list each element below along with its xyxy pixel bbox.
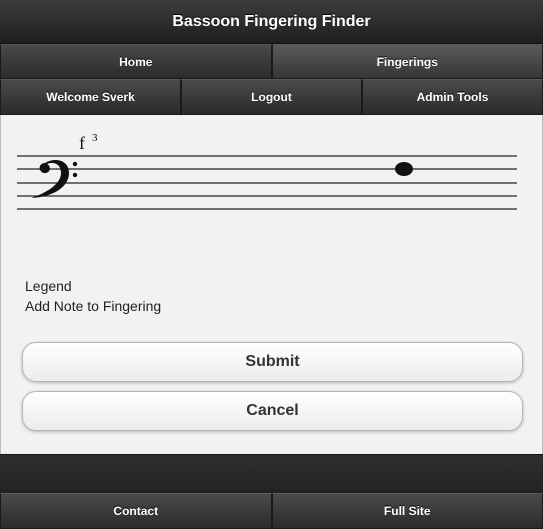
- bass-clef-icon: [31, 160, 78, 198]
- staff-lines: [17, 155, 517, 210]
- cancel-button[interactable]: Cancel: [22, 391, 523, 431]
- full-site-button[interactable]: Full Site: [271, 493, 543, 529]
- primary-nav: Home Fingerings: [0, 44, 543, 79]
- note-octave-label: 3: [92, 132, 98, 144]
- staff-svg: f 3: [17, 132, 517, 210]
- secondary-nav: Welcome Sverk Logout Admin Tools: [0, 79, 543, 115]
- legend-title: Legend: [25, 278, 72, 294]
- footer-spacer: [0, 454, 543, 493]
- welcome-user-button[interactable]: Welcome Sverk: [0, 79, 181, 115]
- admin-tools-button[interactable]: Admin Tools: [362, 79, 543, 115]
- main-content: f 3 Legend Add Note to Fingering Submit …: [0, 115, 543, 454]
- app-header: Bassoon Fingering Finder: [0, 0, 543, 44]
- nav-home-button[interactable]: Home: [0, 44, 272, 79]
- footer-nav: Contact Full Site: [0, 493, 543, 529]
- music-staff[interactable]: f 3: [17, 127, 517, 237]
- note-name-label: f: [79, 133, 85, 153]
- app-title: Bassoon Fingering Finder: [172, 12, 371, 30]
- legend-text: Add Note to Fingering: [25, 298, 162, 314]
- nav-fingerings-button[interactable]: Fingerings: [271, 44, 543, 79]
- logout-button[interactable]: Logout: [181, 79, 362, 115]
- note-head[interactable]: [395, 162, 413, 176]
- contact-button[interactable]: Contact: [0, 493, 272, 529]
- submit-button[interactable]: Submit: [22, 342, 523, 382]
- legend: Legend Add Note to Fingering: [25, 276, 161, 316]
